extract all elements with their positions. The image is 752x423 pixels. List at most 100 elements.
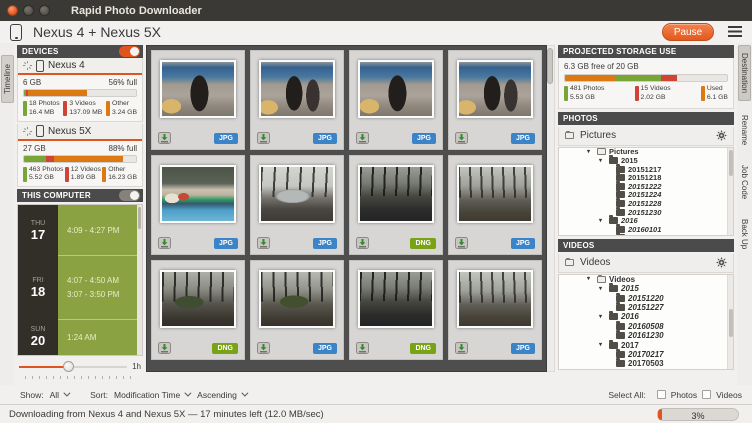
tree-folder[interactable]: 20151217 <box>559 165 733 174</box>
expand-arrow-icon[interactable]: ▾ <box>599 218 606 224</box>
device-card-nexus5x: Nexus 5X 27 GB 88% full 463 Photos5.52 G… <box>17 124 143 188</box>
videos-folder-label: Videos <box>580 257 610 268</box>
photo-thumbnail[interactable]: DNG <box>349 260 443 360</box>
device-row[interactable]: Nexus 4 <box>18 58 142 75</box>
tree-scrollbar[interactable] <box>727 148 733 235</box>
free-space-text: 6.3 GB free of 20 GB <box>564 62 728 71</box>
tree-folder[interactable]: 20160508 <box>559 322 733 331</box>
folder-icon <box>597 148 606 155</box>
device-row[interactable]: Nexus 5X <box>18 124 142 141</box>
tree-folder[interactable]: ▾2015 <box>559 284 733 293</box>
window-close-button[interactable] <box>7 5 18 16</box>
tab-job-code[interactable]: Job Code <box>738 159 751 205</box>
photo-thumbnail[interactable]: JPG <box>151 155 245 255</box>
photo-thumbnail[interactable]: JPG <box>448 260 542 360</box>
gear-icon[interactable] <box>716 257 727 268</box>
slider-handle[interactable] <box>63 361 74 372</box>
tab-rename[interactable]: Rename <box>738 109 751 151</box>
tree-folder[interactable]: ▾Pictures <box>559 148 733 157</box>
tree-folder[interactable]: 20151224 <box>559 191 733 200</box>
download-pending-icon <box>455 132 468 144</box>
tab-timeline[interactable]: Timeline <box>1 55 14 103</box>
tree-folder[interactable]: 20170217 <box>559 350 733 359</box>
thumbnail-image <box>457 270 533 328</box>
tree-folder[interactable]: ▾Videos <box>559 275 733 284</box>
file-type-badge: JPG <box>313 343 337 354</box>
slider-scale-label: 1h <box>132 362 141 371</box>
tree-folder[interactable]: ▾2017 <box>559 340 733 349</box>
expand-arrow-icon[interactable]: ▾ <box>599 342 606 348</box>
videos-destination-selector[interactable]: Videos <box>558 254 734 273</box>
photo-thumbnail[interactable]: JPG <box>250 50 344 150</box>
window-minimize-button[interactable] <box>23 5 34 16</box>
tab-destination[interactable]: Destination <box>738 45 751 101</box>
this-computer-toggle[interactable] <box>119 190 140 201</box>
chevron-down-icon <box>241 390 248 397</box>
videos-section-header: VIDEOS <box>558 239 734 252</box>
select-all-photos-checkbox[interactable] <box>657 390 666 399</box>
devices-section-title: DEVICES <box>22 47 59 56</box>
gear-icon[interactable] <box>716 130 727 141</box>
thumbnail-image <box>358 270 434 328</box>
photo-thumbnail[interactable]: JPG <box>250 155 344 255</box>
photo-thumbnail[interactable]: JPG <box>448 155 542 255</box>
show-dropdown[interactable]: All <box>50 390 68 400</box>
legend-used: Used6.1 GB <box>701 85 728 103</box>
projected-storage-header: PROJECTED STORAGE USE <box>558 45 734 58</box>
tree-folder[interactable]: ▾2016 <box>559 216 733 225</box>
photos-destination-selector[interactable]: Pictures <box>558 127 734 146</box>
folder-icon <box>616 323 625 330</box>
tree-folder[interactable]: 20151228 <box>559 199 733 208</box>
pause-button[interactable]: Pause <box>662 23 714 41</box>
photo-thumbnail[interactable]: JPG <box>151 50 245 150</box>
storage-bar <box>23 89 137 97</box>
tree-folder[interactable]: 20151218 <box>559 173 733 182</box>
timeline-block[interactable]: 1:24 AM <box>58 319 142 355</box>
sort-dropdown[interactable]: Modification Time <box>114 390 189 400</box>
left-tabstrip: Timeline <box>0 43 14 385</box>
window-maximize-button[interactable] <box>39 5 50 16</box>
tree-folder[interactable]: 20161230 <box>559 331 733 340</box>
tree-folder[interactable]: 20160112 <box>559 234 733 236</box>
download-pending-icon <box>158 132 171 144</box>
download-status-message: Downloading from Nexus 4 and Nexus 5X — … <box>9 409 324 420</box>
legend-videos: 3 Videos137.09 MB <box>63 100 102 118</box>
file-type-badge: JPG <box>313 238 337 249</box>
photo-thumbnail[interactable]: JPG <box>250 260 344 360</box>
sort-order-dropdown[interactable]: Ascending <box>197 390 246 400</box>
tree-folder[interactable]: 20151227 <box>559 303 733 312</box>
time-range: 4:09 - 4:27 PM <box>67 226 142 235</box>
photo-thumbnail[interactable]: DNG <box>349 155 443 255</box>
select-all-videos-checkbox[interactable] <box>702 390 711 399</box>
folder-icon <box>565 132 574 139</box>
timeline-widget[interactable]: THU17 FRI18 SUN20 4:09 - 4:27 PM 4:07 - … <box>17 204 143 356</box>
tree-folder[interactable]: 20151220 <box>559 293 733 302</box>
hamburger-menu-icon[interactable] <box>728 26 742 37</box>
tree-folder[interactable]: 20151222 <box>559 182 733 191</box>
devices-toggle[interactable] <box>119 46 140 57</box>
grid-scrollbar[interactable] <box>547 45 555 372</box>
timeline-scrollbar[interactable] <box>137 205 142 355</box>
timeline-block[interactable]: 4:09 - 4:27 PM <box>58 205 142 255</box>
expand-arrow-icon[interactable]: ▾ <box>599 314 606 320</box>
expand-arrow-icon[interactable]: ▾ <box>599 286 606 292</box>
expand-arrow-icon[interactable]: ▾ <box>587 276 594 282</box>
tree-folder[interactable]: 20170503 <box>559 359 733 368</box>
photo-thumbnail[interactable]: DNG <box>151 260 245 360</box>
photo-thumbnail[interactable]: JPG <box>349 50 443 150</box>
legend-videos: 15 Videos2.02 GB <box>635 85 671 103</box>
download-pending-icon <box>158 237 171 249</box>
timeline-day: FRI18 <box>18 256 58 320</box>
tree-folder[interactable]: ▾2016 <box>559 312 733 321</box>
timeline-scale-slider[interactable] <box>19 361 127 372</box>
expand-arrow-icon[interactable]: ▾ <box>599 158 606 164</box>
photo-thumbnail[interactable]: JPG <box>448 50 542 150</box>
timeline-block[interactable]: 4:07 - 4:50 AM 3:07 - 3:50 PM <box>58 255 142 319</box>
thumbnail-image <box>259 60 335 118</box>
expand-arrow-icon[interactable]: ▾ <box>587 149 594 155</box>
tree-folder[interactable]: 20151230 <box>559 208 733 217</box>
tree-folder[interactable]: 20160101 <box>559 225 733 234</box>
tree-folder[interactable]: ▾2015 <box>559 156 733 165</box>
tree-scrollbar[interactable] <box>727 275 733 369</box>
tab-back-up[interactable]: Back Up <box>738 213 751 255</box>
